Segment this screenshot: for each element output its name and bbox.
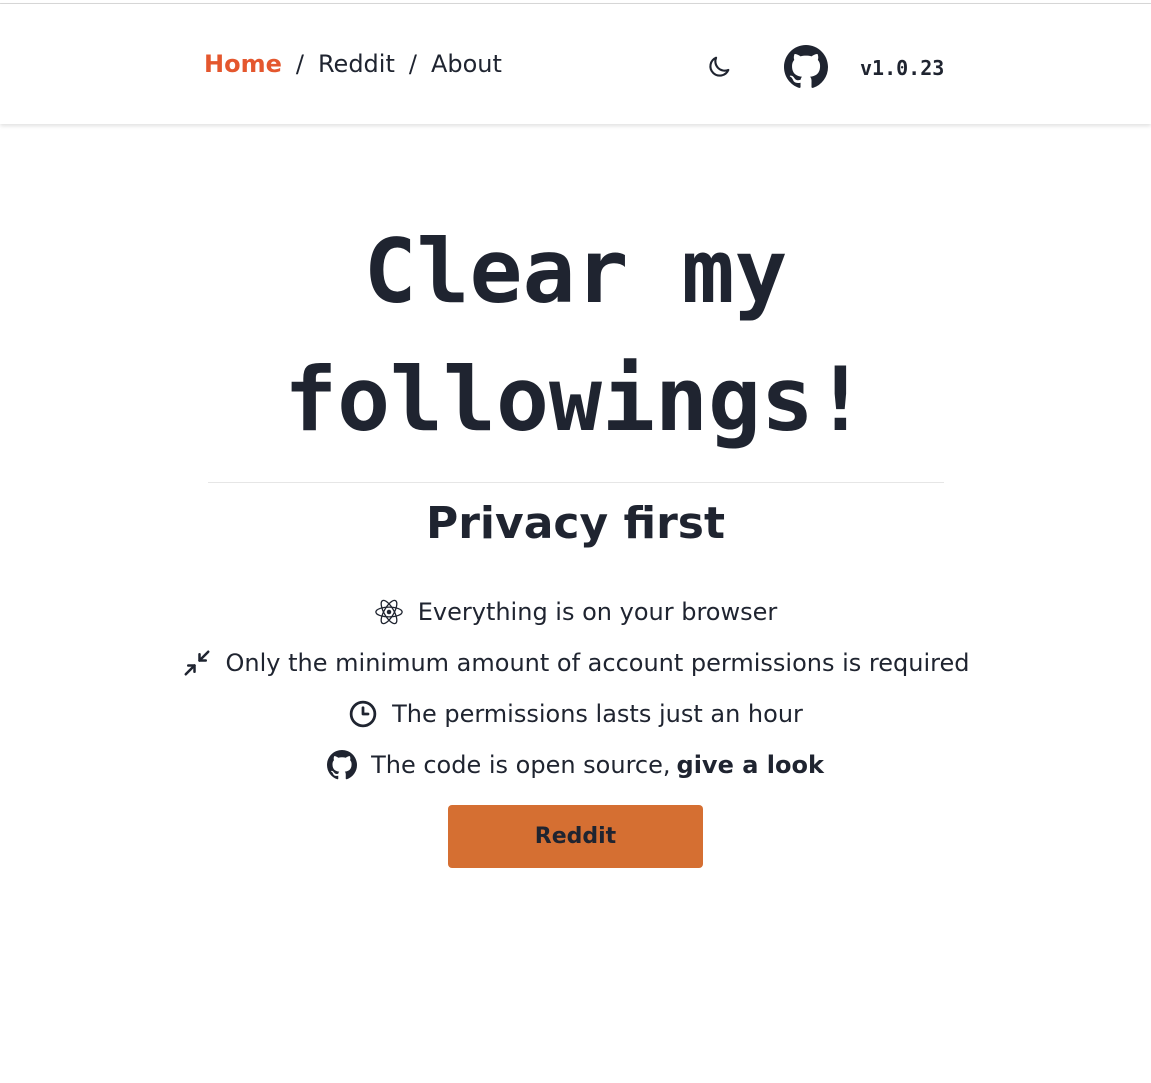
feature-text: Only the minimum amount of account permi… (225, 648, 970, 677)
version-label: v1.0.23 (860, 56, 945, 80)
breadcrumb-reddit-link[interactable]: Reddit (318, 50, 395, 78)
source-code-link[interactable]: give a look (677, 751, 824, 779)
top-navbar: Home / Reddit / About v1.0.23 (0, 4, 1151, 124)
theme-toggle-button[interactable] (705, 53, 733, 81)
feature-item: The code is open source, give a look (0, 739, 1151, 790)
breadcrumb-home-link[interactable]: Home (204, 50, 282, 78)
compress-arrows-icon (184, 650, 210, 675)
section-divider (208, 482, 944, 483)
breadcrumb: Home / Reddit / About (204, 50, 502, 78)
feature-item: The permissions lasts just an hour (0, 688, 1151, 739)
feature-text: The permissions lasts just an hour (392, 699, 803, 728)
feature-text: The code is open source, (371, 750, 671, 779)
section-subtitle: Privacy first (425, 498, 726, 549)
feature-list: Everything is on your browser Only the m… (0, 586, 1151, 790)
feature-item: Only the minimum amount of account permi… (0, 637, 1151, 688)
breadcrumb-separator: / (295, 50, 304, 78)
moon-icon (709, 56, 730, 77)
clock-icon (349, 700, 377, 727)
reddit-login-button[interactable]: Reddit (448, 805, 703, 868)
feature-item: Everything is on your browser (0, 586, 1151, 637)
react-atom-icon (374, 599, 403, 624)
breadcrumb-about-link[interactable]: About (431, 50, 502, 78)
feature-text: Everything is on your browser (417, 597, 778, 626)
github-icon (784, 45, 828, 88)
github-repo-link[interactable] (784, 45, 828, 89)
page-title-line-2: followings! (284, 348, 867, 451)
breadcrumb-separator: / (408, 50, 417, 78)
page-title-line-1: Clear my (363, 220, 788, 323)
github-icon (327, 749, 358, 779)
page-title: Clear my followings! (200, 208, 951, 464)
